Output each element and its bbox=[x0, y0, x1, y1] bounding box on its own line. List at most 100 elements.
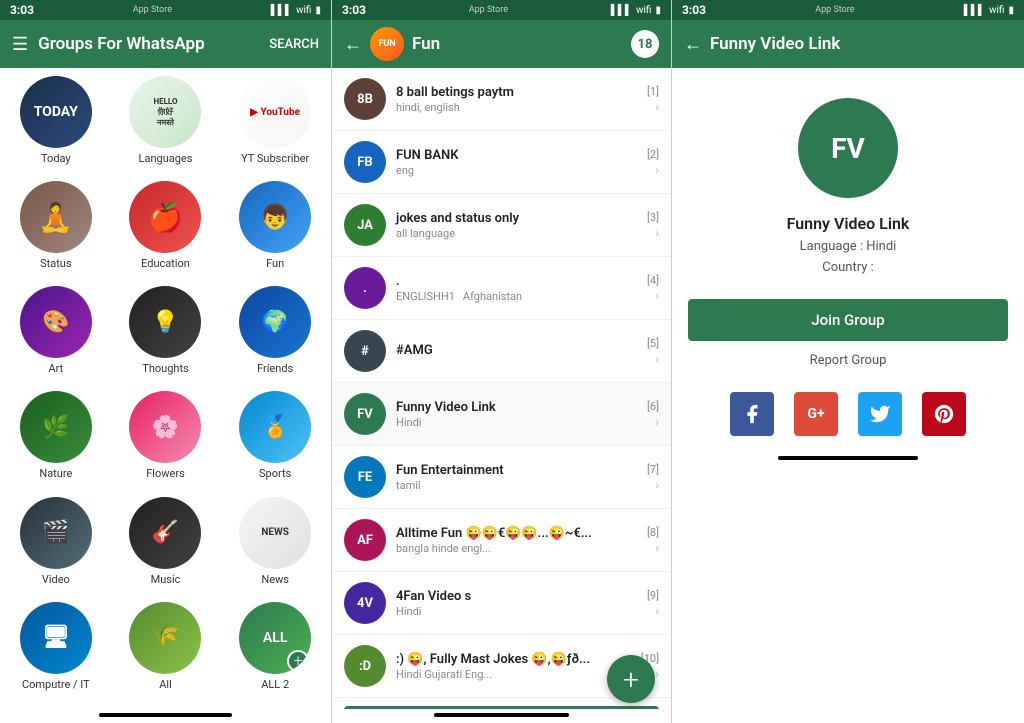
group-item-7[interactable]: FE Fun Entertainment tamil [7] › bbox=[332, 446, 671, 509]
category-flowers[interactable]: 🌸 Flowers bbox=[114, 391, 218, 490]
yt-label-thumb: ▶ YouTube bbox=[250, 107, 300, 118]
home-indicator-3 bbox=[778, 456, 919, 460]
category-label-today: Today bbox=[41, 152, 71, 165]
category-thoughts[interactable]: 💡 Thoughts bbox=[114, 286, 218, 385]
category-thumb-languages: HELLO你好नमस्ते bbox=[129, 76, 201, 148]
battery-icon-2: ▮ bbox=[655, 5, 661, 16]
home-indicator-2 bbox=[434, 713, 570, 717]
group-item-3[interactable]: JA jokes and status only all language [3… bbox=[332, 194, 671, 257]
category-sports[interactable]: 🏅 Sports bbox=[223, 391, 327, 490]
search-action[interactable]: SEARCH bbox=[269, 37, 319, 52]
group-item-1[interactable]: 8B 8 ball betings paytm hindi, english [… bbox=[332, 68, 671, 131]
load-more-button[interactable]: Load More bbox=[344, 706, 659, 709]
category-thumb-fun: 👦 bbox=[239, 181, 311, 253]
hamburger-icon[interactable]: ☰ bbox=[12, 34, 28, 55]
detail-language: Language : Hindi bbox=[688, 237, 1008, 258]
category-nature[interactable]: 🌿 Nature bbox=[4, 391, 108, 490]
category-news[interactable]: NEWS News bbox=[223, 497, 327, 596]
group-info-9: 4Fan Video s Hindi bbox=[396, 589, 647, 618]
category-label-all: All bbox=[159, 678, 172, 691]
facebook-icon[interactable] bbox=[730, 392, 774, 436]
social-icons-row: G+ bbox=[672, 376, 1024, 452]
fun-badge: 18 bbox=[631, 30, 659, 58]
back-icon-3[interactable]: ← bbox=[684, 34, 702, 55]
group-num-8: [8] bbox=[647, 526, 659, 539]
group-meta-3: [3] › bbox=[647, 211, 659, 240]
category-today[interactable]: TODAY Today bbox=[4, 76, 108, 175]
group-num-9: [9] bbox=[647, 589, 659, 602]
category-art[interactable]: 🎨 Art bbox=[4, 286, 108, 385]
category-thumb-all: 🌾 bbox=[129, 602, 201, 674]
video-emoji: 🎬 bbox=[42, 520, 69, 545]
group-avatar-6: FV bbox=[344, 393, 386, 435]
group-item-8[interactable]: AF Alltime Fun 😜😜€😜😜...😜~€... bangla hin… bbox=[332, 509, 671, 572]
category-yt[interactable]: ▶ YouTube YT Subscriber bbox=[223, 76, 327, 175]
category-music[interactable]: 🎸 Music bbox=[114, 497, 218, 596]
battery-icon-3: ▮ bbox=[1008, 5, 1014, 16]
group-item-4[interactable]: . . ENGLISHH1 Afghanistan [4] › bbox=[332, 257, 671, 320]
report-group-button[interactable]: Report Group bbox=[672, 345, 1024, 376]
category-thumb-today: TODAY bbox=[20, 76, 92, 148]
group-item-6[interactable]: FV Funny Video Link Hindi [6] › bbox=[332, 383, 671, 446]
category-label-computer: Computre / IT bbox=[22, 678, 90, 691]
group-sub-4b: Afghanistan bbox=[463, 290, 522, 303]
time-2: 3:03 bbox=[342, 3, 366, 17]
category-friends[interactable]: 🌍 Friends bbox=[223, 286, 327, 385]
group-info-4: . ENGLISHH1 Afghanistan bbox=[396, 274, 647, 303]
category-all2[interactable]: ALL + ALL 2 bbox=[223, 602, 327, 701]
sys-icons-3: ▌▌▌ wifi ▮ bbox=[964, 5, 1014, 16]
group-info-2: FUN BANK eng bbox=[396, 148, 647, 177]
store-2: App Store bbox=[469, 5, 508, 15]
group-sub-8: bangla hinde engl... bbox=[396, 542, 647, 555]
flowers-emoji: 🌸 bbox=[152, 415, 179, 440]
category-video[interactable]: 🎬 Video bbox=[4, 497, 108, 596]
detail-avatar-container: FV bbox=[672, 68, 1024, 214]
category-thumb-thoughts: 💡 bbox=[129, 286, 201, 358]
group-sub-3: all language bbox=[396, 227, 647, 240]
group-info-7: Fun Entertainment tamil bbox=[396, 463, 647, 492]
time-3: 3:03 bbox=[682, 3, 706, 17]
store-1: App Store bbox=[133, 5, 172, 15]
status-bar-3: 3:03 App Store ▌▌▌ wifi ▮ bbox=[672, 0, 1024, 20]
plus-badge-all2: + bbox=[287, 650, 309, 672]
group-item-9[interactable]: 4V 4Fan Video s Hindi [9] › bbox=[332, 572, 671, 635]
home-indicator-1 bbox=[99, 713, 231, 717]
signal-icon-3: ▌▌▌ bbox=[964, 5, 985, 16]
category-thumb-flowers: 🌸 bbox=[129, 391, 201, 463]
category-languages[interactable]: HELLO你好नमस्ते Languages bbox=[114, 76, 218, 175]
chevron-icon-10: › bbox=[655, 667, 659, 681]
group-item-2[interactable]: FB FUN BANK eng [2] › bbox=[332, 131, 671, 194]
category-thumb-news: NEWS bbox=[239, 497, 311, 569]
group-meta-1: [1] › bbox=[647, 85, 659, 114]
time-1: 3:03 bbox=[10, 3, 34, 17]
fab-button-2[interactable]: + bbox=[607, 655, 655, 703]
category-computer[interactable]: 🖥 Computre / IT bbox=[4, 602, 108, 701]
category-thumb-education: 🍎 bbox=[129, 181, 201, 253]
twitter-icon[interactable] bbox=[858, 392, 902, 436]
group-sub-9: Hindi bbox=[396, 605, 647, 618]
group-meta-6: [6] › bbox=[647, 400, 659, 429]
group-name-10: :) 😜, Fully Mast Jokes 😜,😜ƒð... bbox=[396, 652, 641, 667]
app-header-3: ← Funny Video Link bbox=[672, 20, 1024, 68]
googleplus-icon[interactable]: G+ bbox=[794, 392, 838, 436]
group-meta-7: [7] › bbox=[647, 463, 659, 492]
group-item-5[interactable]: # #AMG [5] › bbox=[332, 320, 671, 383]
join-group-button[interactable]: Join Group bbox=[688, 299, 1008, 341]
group-num-6: [6] bbox=[647, 400, 659, 413]
chevron-icon-1: › bbox=[655, 100, 659, 114]
category-education[interactable]: 🍎 Education bbox=[114, 181, 218, 280]
category-all[interactable]: 🌾 All bbox=[114, 602, 218, 701]
category-status[interactable]: 🧘 Status bbox=[4, 181, 108, 280]
category-fun[interactable]: 👦 Fun bbox=[223, 181, 327, 280]
back-icon-2[interactable]: ← bbox=[344, 34, 362, 55]
group-name-5: #AMG bbox=[396, 343, 647, 358]
group-sub-4: ENGLISHH1 Afghanistan bbox=[396, 290, 647, 303]
group-meta-5: [5] › bbox=[647, 337, 659, 366]
detail-avatar: FV bbox=[798, 98, 898, 198]
signal-icon: ▌▌▌ bbox=[271, 5, 292, 16]
pinterest-icon[interactable] bbox=[922, 392, 966, 436]
category-grid: TODAY Today HELLO你好नमस्ते Languages ▶ Yo… bbox=[0, 68, 331, 709]
group-sub-7: tamil bbox=[396, 479, 647, 492]
chevron-icon-8: › bbox=[655, 541, 659, 555]
category-thumb-status: 🧘 bbox=[20, 181, 92, 253]
